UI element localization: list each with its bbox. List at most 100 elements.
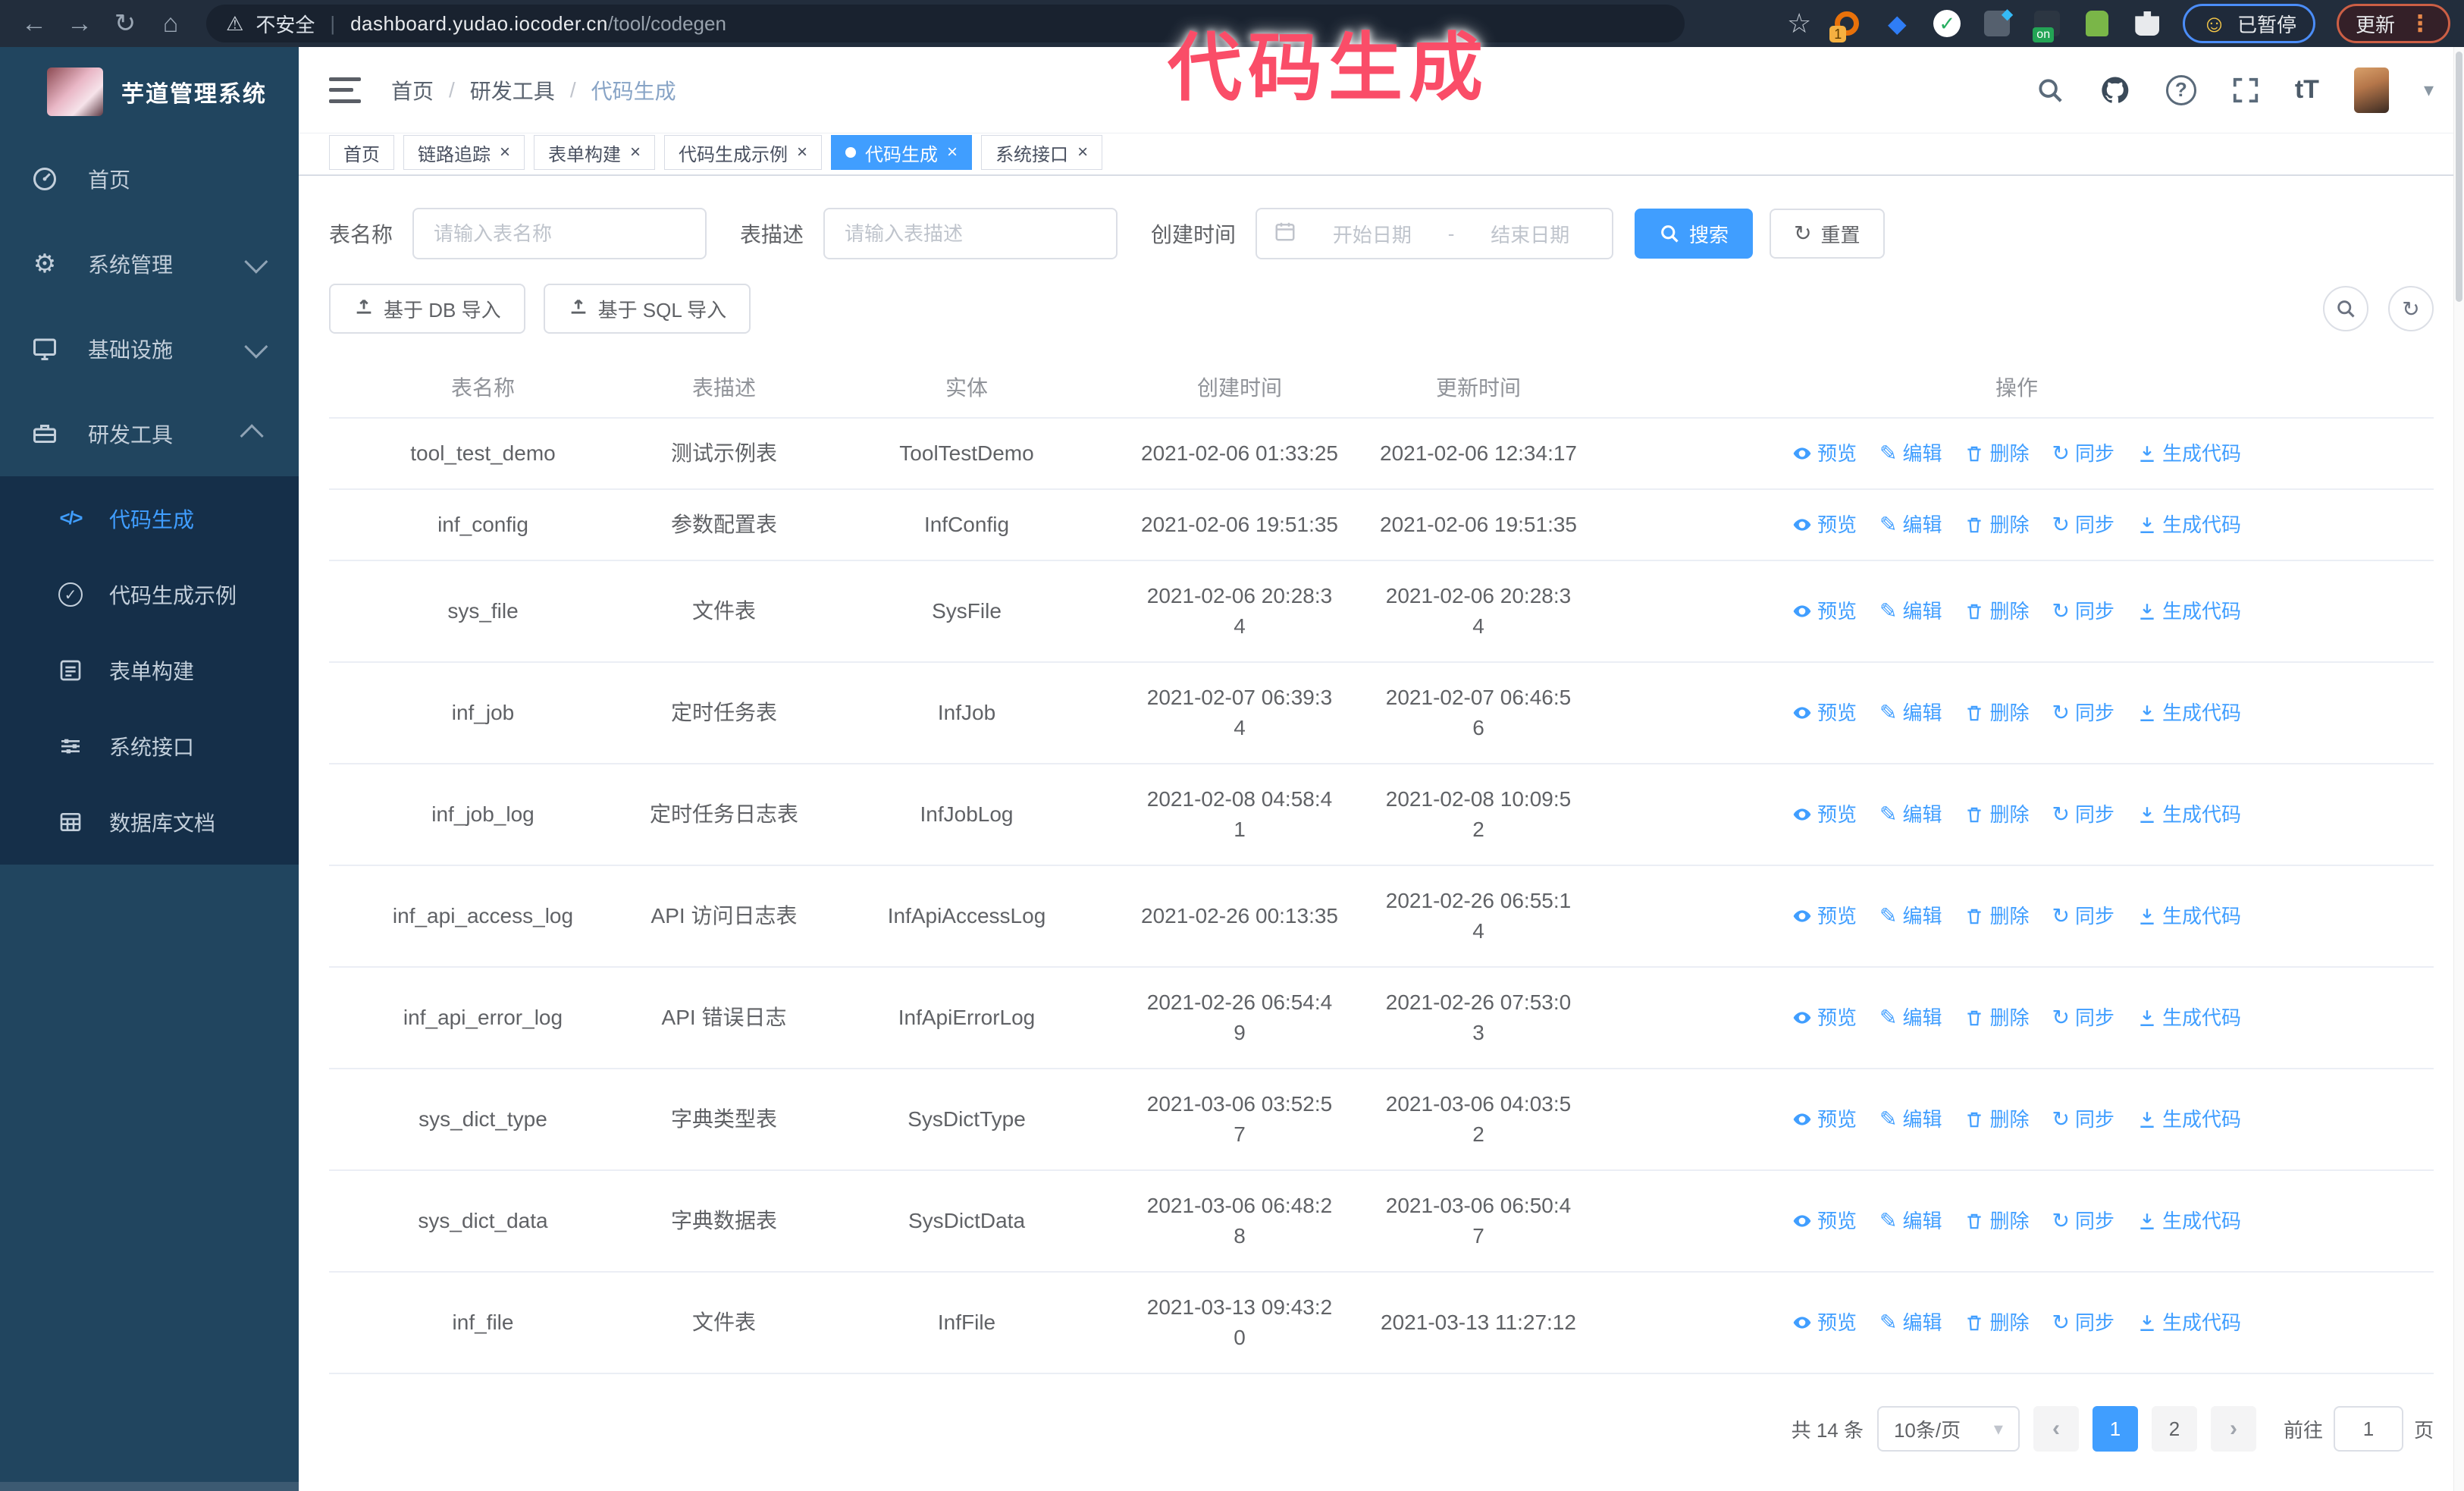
breadcrumb-item-home[interactable]: 首页	[391, 75, 434, 105]
date-range-picker[interactable]: 开始日期 - 结束日期	[1256, 208, 1614, 259]
sidebar-subitem-codegen-example[interactable]: ✓ 代码生成示例	[0, 557, 299, 632]
op-sync-link[interactable]: ↻ 同步	[2052, 799, 2114, 830]
op-preview-link[interactable]: 预览	[1792, 698, 1857, 728]
page-2-button[interactable]: 2	[2151, 1406, 2197, 1452]
extension-icon-orange[interactable]: 1	[1829, 9, 1861, 42]
close-icon[interactable]: ×	[797, 143, 807, 162]
update-button[interactable]: 更新 ⋮	[2336, 4, 2450, 43]
op-generate-link[interactable]: 生成代码	[2137, 1104, 2241, 1135]
op-delete-link[interactable]: 删除	[1964, 596, 2030, 626]
op-preview-link[interactable]: 预览	[1792, 799, 1857, 830]
op-sync-link[interactable]: ↻ 同步	[2052, 510, 2114, 540]
tab-codegen[interactable]: 代码生成 ×	[831, 135, 973, 170]
scrollbar-thumb[interactable]	[2456, 52, 2462, 302]
op-sync-link[interactable]: ↻ 同步	[2052, 901, 2114, 931]
close-icon[interactable]: ×	[500, 143, 510, 162]
table-desc-input[interactable]	[823, 208, 1118, 259]
op-sync-link[interactable]: ↻ 同步	[2052, 1206, 2114, 1236]
op-generate-link[interactable]: 生成代码	[2137, 1307, 2241, 1338]
sidebar-subitem-system-api[interactable]: 系统接口	[0, 708, 299, 784]
breadcrumb-item-devtools[interactable]: 研发工具	[470, 75, 555, 105]
font-size-icon[interactable]: tT	[2295, 75, 2319, 105]
op-sync-link[interactable]: ↻ 同步	[2052, 596, 2114, 626]
op-preview-link[interactable]: 预览	[1792, 1206, 1857, 1236]
sidebar-item-system[interactable]: ⚙ 系统管理	[0, 221, 299, 306]
fullscreen-icon[interactable]	[2231, 76, 2260, 105]
sidebar-scrollbar[interactable]	[0, 1482, 299, 1491]
page-1-button[interactable]: 1	[2092, 1406, 2138, 1452]
op-preview-link[interactable]: 预览	[1792, 901, 1857, 931]
op-delete-link[interactable]: 删除	[1964, 1003, 2030, 1033]
op-generate-link[interactable]: 生成代码	[2137, 438, 2241, 469]
op-sync-link[interactable]: ↻ 同步	[2052, 1003, 2114, 1033]
op-edit-link[interactable]: ✎ 编辑	[1879, 1003, 1942, 1033]
sidebar-item-devtools[interactable]: 研发工具	[0, 391, 299, 476]
browser-back-button[interactable]: ←	[14, 3, 55, 44]
browser-reload-button[interactable]: ↻	[105, 3, 146, 44]
tab-form-builder[interactable]: 表单构建 ×	[534, 135, 656, 170]
op-generate-link[interactable]: 生成代码	[2137, 1206, 2241, 1236]
page-size-select[interactable]: 10条/页 ▾	[1876, 1406, 2020, 1452]
goto-page-input[interactable]	[2333, 1406, 2403, 1452]
bookmark-star-icon[interactable]: ☆	[1787, 8, 1811, 39]
next-page-button[interactable]: ›	[2210, 1406, 2256, 1452]
op-edit-link[interactable]: ✎ 编辑	[1879, 1104, 1942, 1135]
extensions-puzzle-icon[interactable]	[2133, 9, 2161, 38]
close-icon[interactable]: ×	[947, 143, 958, 162]
extension-icon-grid[interactable]	[1983, 5, 2013, 38]
tab-tracing[interactable]: 链路追踪 ×	[403, 135, 525, 170]
op-generate-link[interactable]: 生成代码	[2137, 510, 2241, 540]
op-preview-link[interactable]: 预览	[1792, 510, 1857, 540]
op-edit-link[interactable]: ✎ 编辑	[1879, 901, 1942, 931]
table-name-input[interactable]	[412, 208, 707, 259]
extension-icon-green-check[interactable]: ✓	[1933, 9, 1961, 38]
op-delete-link[interactable]: 删除	[1964, 901, 2030, 931]
sidebar-item-infrastructure[interactable]: 基础设施	[0, 306, 299, 391]
op-preview-link[interactable]: 预览	[1792, 1307, 1857, 1338]
op-sync-link[interactable]: ↻ 同步	[2052, 1104, 2114, 1135]
end-date-placeholder[interactable]: 结束日期	[1465, 220, 1595, 248]
import-db-button[interactable]: 基于 DB 导入	[329, 284, 525, 334]
op-preview-link[interactable]: 预览	[1792, 1003, 1857, 1033]
op-delete-link[interactable]: 删除	[1964, 698, 2030, 728]
op-sync-link[interactable]: ↻ 同步	[2052, 438, 2114, 469]
op-delete-link[interactable]: 删除	[1964, 1104, 2030, 1135]
op-edit-link[interactable]: ✎ 编辑	[1879, 799, 1942, 830]
op-sync-link[interactable]: ↻ 同步	[2052, 1307, 2114, 1338]
op-preview-link[interactable]: 预览	[1792, 596, 1857, 626]
hamburger-button[interactable]	[329, 77, 361, 103]
op-edit-link[interactable]: ✎ 编辑	[1879, 596, 1942, 626]
close-icon[interactable]: ×	[630, 143, 641, 162]
reset-button[interactable]: ↻ 重置	[1770, 209, 1885, 259]
op-generate-link[interactable]: 生成代码	[2137, 901, 2241, 931]
prev-page-button[interactable]: ‹	[2033, 1406, 2079, 1452]
browser-forward-button[interactable]: →	[59, 3, 100, 44]
sidebar-subitem-db-doc[interactable]: 数据库文档	[0, 784, 299, 860]
refresh-button[interactable]: ↻	[2388, 286, 2434, 331]
tab-home[interactable]: 首页	[329, 135, 394, 170]
search-icon[interactable]	[2036, 76, 2064, 105]
op-edit-link[interactable]: ✎ 编辑	[1879, 510, 1942, 540]
hide-search-button[interactable]	[2323, 286, 2368, 331]
browser-home-button[interactable]: ⌂	[150, 3, 191, 44]
op-delete-link[interactable]: 删除	[1964, 799, 2030, 830]
op-delete-link[interactable]: 删除	[1964, 1206, 2030, 1236]
avatar[interactable]	[2353, 67, 2389, 113]
paused-badge[interactable]: ☺ 已暂停	[2183, 4, 2315, 43]
sidebar-subitem-form-builder[interactable]: 表单构建	[0, 632, 299, 708]
search-button[interactable]: 搜索	[1635, 209, 1754, 259]
start-date-placeholder[interactable]: 开始日期	[1307, 220, 1437, 248]
op-delete-link[interactable]: 删除	[1964, 1307, 2030, 1338]
op-delete-link[interactable]: 删除	[1964, 510, 2030, 540]
browser-scrollbar[interactable]	[2453, 47, 2464, 1491]
sidebar-subitem-codegen[interactable]: </> 代码生成	[0, 481, 299, 557]
op-delete-link[interactable]: 删除	[1964, 438, 2030, 469]
op-generate-link[interactable]: 生成代码	[2137, 698, 2241, 728]
github-icon[interactable]	[2099, 74, 2131, 106]
import-sql-button[interactable]: 基于 SQL 导入	[543, 284, 751, 334]
browser-menu-dots-icon[interactable]: ⋮	[2409, 11, 2431, 37]
op-edit-link[interactable]: ✎ 编辑	[1879, 1307, 1942, 1338]
extension-icon-gem[interactable]: ◆	[1882, 9, 1911, 38]
op-sync-link[interactable]: ↻ 同步	[2052, 698, 2114, 728]
help-icon[interactable]: ?	[2165, 74, 2196, 105]
